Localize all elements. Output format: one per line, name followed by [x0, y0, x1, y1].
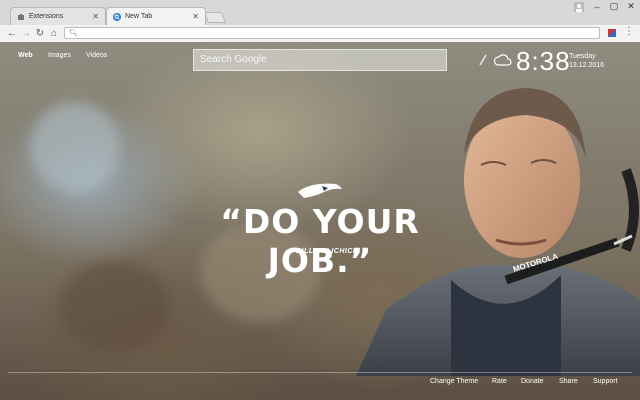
tab-new-tab[interactable]: New Tab ✕: [106, 7, 206, 25]
share-link[interactable]: Share: [559, 378, 578, 385]
puzzle-icon: [17, 13, 25, 21]
new-tab-button[interactable]: [203, 12, 227, 23]
new-tab-page: Web Images Videos Search Google 8:38 Tue…: [0, 42, 640, 400]
menu-icon[interactable]: ⋮: [624, 26, 634, 37]
search-icon: [113, 12, 121, 21]
background-bokeh: [60, 262, 170, 352]
quote-text: “DO YOUR JOB.”: [220, 202, 420, 280]
close-tab-icon[interactable]: ✕: [192, 12, 199, 21]
close-window-icon[interactable]: ✕: [622, 0, 640, 13]
nav-videos[interactable]: Videos: [86, 52, 107, 59]
footer-divider: [8, 372, 632, 373]
close-tab-icon[interactable]: ✕: [92, 12, 99, 21]
address-bar[interactable]: 🔍︎: [64, 27, 600, 39]
back-icon[interactable]: ←: [6, 27, 18, 39]
forward-icon[interactable]: →: [20, 27, 32, 39]
rate-link[interactable]: Rate: [492, 378, 507, 385]
tab-label: New Tab: [125, 13, 153, 20]
user-icon[interactable]: [570, 0, 588, 13]
tab-strip: Extensions ✕ New Tab ✕ – ▢ ✕: [0, 0, 640, 25]
browser-toolbar: ← → ↻ ⌂ 🔍︎ ⋮: [0, 25, 640, 43]
background-bokeh: [30, 102, 120, 192]
maximize-icon[interactable]: ▢: [605, 0, 623, 13]
tab-label: Extensions: [29, 13, 64, 20]
change-theme-link[interactable]: Change Theme: [430, 378, 478, 385]
donate-link[interactable]: Donate: [521, 378, 544, 385]
minimize-icon[interactable]: –: [588, 0, 606, 13]
search-icon: 🔍︎: [69, 30, 78, 37]
nav-web[interactable]: Web: [18, 52, 33, 59]
quote-author: — BILL BELICHICK: [286, 248, 359, 255]
tab-extensions[interactable]: Extensions ✕: [10, 7, 106, 25]
reload-icon[interactable]: ↻: [34, 27, 46, 39]
support-link[interactable]: Support: [593, 378, 618, 385]
nav-images[interactable]: Images: [48, 52, 71, 59]
home-icon[interactable]: ⌂: [48, 27, 60, 39]
extension-icon[interactable]: [608, 29, 616, 37]
